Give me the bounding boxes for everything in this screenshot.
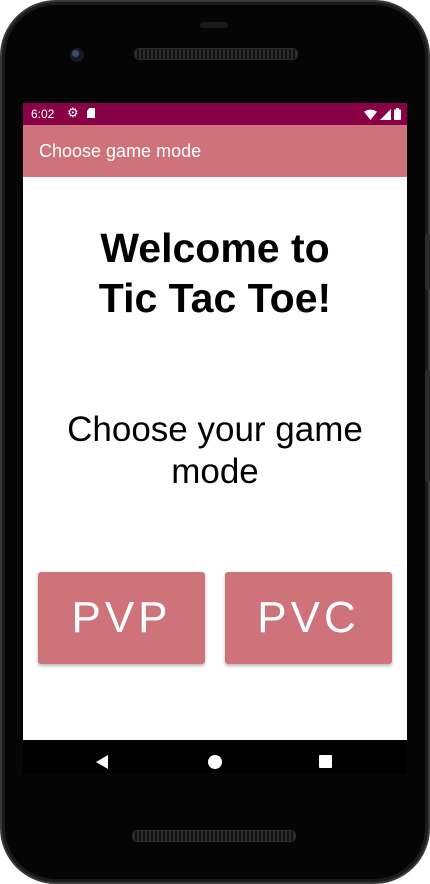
home-icon[interactable] bbox=[208, 755, 222, 769]
power-button[interactable] bbox=[425, 234, 430, 290]
recents-icon[interactable] bbox=[319, 755, 332, 768]
welcome-line-1: Welcome to bbox=[100, 225, 330, 271]
top-speaker-grille bbox=[134, 48, 298, 60]
status-icons bbox=[364, 107, 401, 121]
choose-line-1: Choose your game bbox=[67, 410, 363, 449]
earpiece bbox=[200, 22, 228, 28]
volume-button[interactable] bbox=[425, 370, 430, 482]
screen: 6:02 ⚙ Choose game mode Welcome to Tic T… bbox=[23, 103, 407, 773]
wifi-icon bbox=[364, 109, 377, 120]
phone-frame: 6:02 ⚙ Choose game mode Welcome to Tic T… bbox=[0, 0, 430, 884]
welcome-line-2: Tic Tac Toe! bbox=[98, 275, 332, 321]
app-title: Choose game mode bbox=[39, 141, 202, 161]
battery-icon bbox=[394, 108, 401, 120]
gear-icon: ⚙ bbox=[67, 105, 79, 120]
status-bar: 6:02 ⚙ bbox=[23, 103, 407, 125]
choose-line-2: mode bbox=[171, 452, 259, 491]
pvp-button[interactable]: PVP bbox=[38, 572, 205, 664]
choose-mode-prompt: Choose your game mode bbox=[23, 409, 407, 493]
sd-card-icon bbox=[87, 108, 95, 118]
back-icon[interactable] bbox=[96, 755, 108, 769]
bottom-speaker-grille bbox=[132, 830, 296, 842]
navigation-bar bbox=[23, 740, 407, 773]
signal-icon bbox=[380, 108, 391, 120]
pvc-button[interactable]: PVC bbox=[225, 572, 392, 664]
app-bar: Choose game mode bbox=[23, 125, 407, 177]
welcome-heading: Welcome to Tic Tac Toe! bbox=[23, 223, 407, 323]
status-time: 6:02 bbox=[31, 107, 55, 121]
front-camera bbox=[70, 48, 84, 62]
